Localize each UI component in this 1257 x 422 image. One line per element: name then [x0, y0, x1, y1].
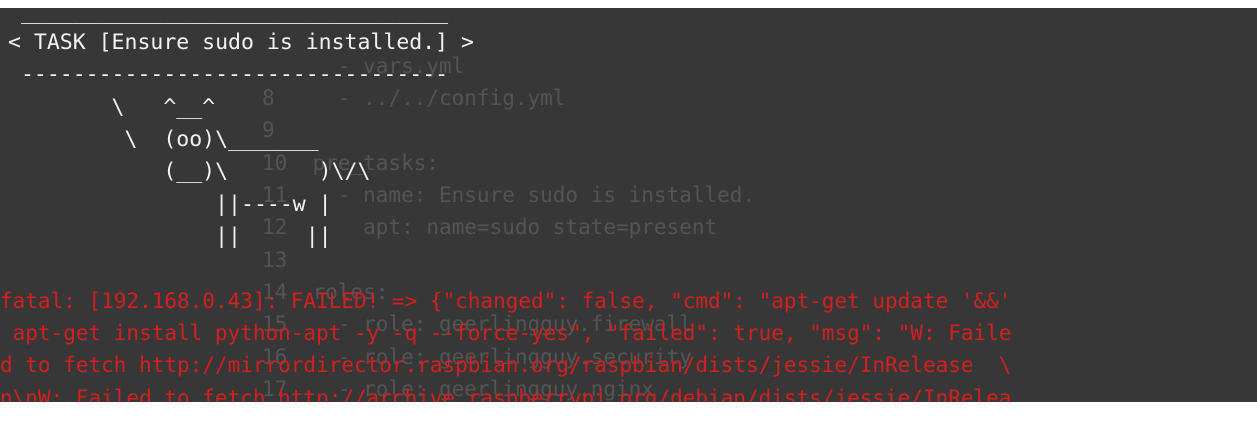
error-output-line: fatal: [192.168.0.43]: FAILED! => {"chan… — [0, 289, 1012, 313]
editor-line: 11 - name: Ensure sudo is installed. — [262, 183, 756, 207]
cow-ascii-line: (__)\ )\/\ — [8, 159, 371, 184]
cow-ascii-line: || || — [8, 224, 332, 249]
error-output-line: apt-get install python-apt -y -q --force… — [0, 321, 1012, 345]
error-output-line: n\nW: Failed to fetch http://archive.ras… — [0, 386, 1012, 403]
error-output-line: d to fetch http://mirrordirector.raspbia… — [0, 353, 1012, 377]
cowsay-task-line: < TASK [Ensure sudo is installed.] > — [8, 30, 474, 55]
cow-ascii-line: \ (oo)\_______ — [8, 127, 319, 152]
cow-ascii-line: ||----w | — [8, 192, 332, 217]
terminal-window[interactable]: - vars.yml 8 - ../../config.yml 9 10 pre… — [0, 8, 1257, 402]
cowsay-bottom-border: --------------------------------- — [8, 62, 449, 87]
editor-line: 8 - ../../config.yml — [262, 86, 566, 110]
cow-ascii-line: \ ^__^ — [8, 95, 216, 120]
cowsay-top-border: _________________________________ — [8, 8, 449, 25]
editor-line: 13 — [262, 248, 288, 272]
